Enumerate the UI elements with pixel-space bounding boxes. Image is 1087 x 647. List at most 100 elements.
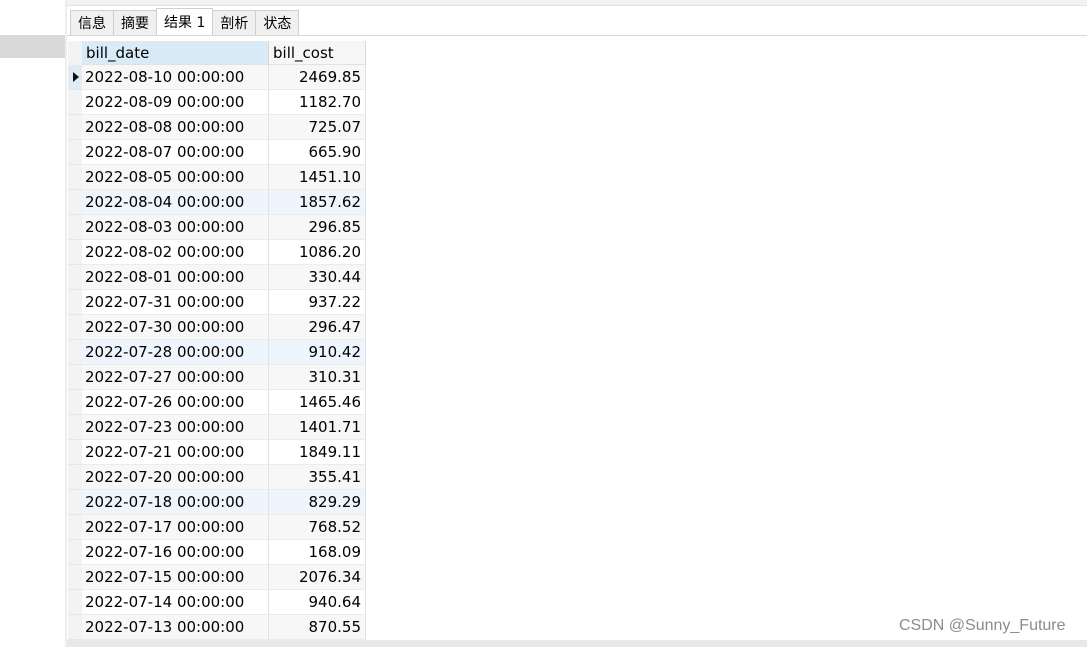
cell-bill-cost[interactable]: 937.22 xyxy=(269,290,366,315)
horizontal-scrollbar[interactable] xyxy=(67,640,1087,647)
cell-bill-date[interactable]: 2022-08-01 00:00:00 xyxy=(82,265,269,290)
table-row[interactable]: 2022-07-31 00:00:00 937.22 xyxy=(68,290,366,315)
table-row[interactable]: 2022-08-08 00:00:00 725.07 xyxy=(68,115,366,140)
cell-bill-date[interactable]: 2022-07-16 00:00:00 xyxy=(82,540,269,565)
cell-bill-cost[interactable]: 665.90 xyxy=(269,140,366,165)
row-header[interactable] xyxy=(68,515,82,540)
cell-bill-date[interactable]: 2022-07-13 00:00:00 xyxy=(82,615,269,640)
cell-bill-date[interactable]: 2022-07-14 00:00:00 xyxy=(82,590,269,615)
cell-bill-cost[interactable]: 1182.70 xyxy=(269,90,366,115)
left-panel-scroll-thumb[interactable] xyxy=(0,35,65,58)
table-row[interactable]: 2022-07-27 00:00:00 310.31 xyxy=(68,365,366,390)
table-row[interactable]: 2022-07-28 00:00:00 910.42 xyxy=(68,340,366,365)
cell-bill-date[interactable]: 2022-08-02 00:00:00 xyxy=(82,240,269,265)
row-header[interactable] xyxy=(68,240,82,265)
cell-bill-date[interactable]: 2022-08-07 00:00:00 xyxy=(82,140,269,165)
grid-corner[interactable] xyxy=(68,41,82,65)
cell-bill-cost[interactable]: 1451.10 xyxy=(269,165,366,190)
row-header[interactable] xyxy=(68,615,82,640)
table-row[interactable]: 2022-07-14 00:00:00 940.64 xyxy=(68,590,366,615)
table-row[interactable]: 2022-08-09 00:00:00 1182.70 xyxy=(68,90,366,115)
row-header[interactable] xyxy=(68,215,82,240)
row-header[interactable] xyxy=(68,565,82,590)
cell-bill-cost[interactable]: 768.52 xyxy=(269,515,366,540)
cell-bill-date[interactable]: 2022-07-27 00:00:00 xyxy=(82,365,269,390)
table-row[interactable]: 2022-07-18 00:00:00 829.29 xyxy=(68,490,366,515)
table-row[interactable]: 2022-07-23 00:00:00 1401.71 xyxy=(68,415,366,440)
cell-bill-cost[interactable]: 1401.71 xyxy=(269,415,366,440)
tab-result-1[interactable]: 结果 1 xyxy=(156,8,214,35)
cell-bill-date[interactable]: 2022-08-10 00:00:00 xyxy=(82,65,269,90)
cell-bill-cost[interactable]: 2469.85 xyxy=(269,65,366,90)
row-header[interactable] xyxy=(68,265,82,290)
table-row[interactable]: 2022-08-01 00:00:00 330.44 xyxy=(68,265,366,290)
tab-profile[interactable]: 剖析 xyxy=(212,10,257,35)
table-row[interactable]: 2022-08-02 00:00:00 1086.20 xyxy=(68,240,366,265)
cell-bill-date[interactable]: 2022-07-15 00:00:00 xyxy=(82,565,269,590)
table-row[interactable]: 2022-07-26 00:00:00 1465.46 xyxy=(68,390,366,415)
row-header[interactable] xyxy=(68,365,82,390)
cell-bill-cost[interactable]: 1857.62 xyxy=(269,190,366,215)
cell-bill-date[interactable]: 2022-08-09 00:00:00 xyxy=(82,90,269,115)
cell-bill-cost[interactable]: 940.64 xyxy=(269,590,366,615)
table-row[interactable]: 2022-07-15 00:00:00 2076.34 xyxy=(68,565,366,590)
column-header-bill-cost[interactable]: bill_cost xyxy=(269,41,366,65)
cell-bill-date[interactable]: 2022-07-21 00:00:00 xyxy=(82,440,269,465)
cell-bill-date[interactable]: 2022-07-30 00:00:00 xyxy=(82,315,269,340)
table-row[interactable]: 2022-08-05 00:00:00 1451.10 xyxy=(68,165,366,190)
cell-bill-date[interactable]: 2022-08-04 00:00:00 xyxy=(82,190,269,215)
tab-info[interactable]: 信息 xyxy=(70,10,114,35)
row-header[interactable] xyxy=(68,140,82,165)
table-row[interactable]: 2022-07-16 00:00:00 168.09 xyxy=(68,540,366,565)
cell-bill-cost[interactable]: 330.44 xyxy=(269,265,366,290)
row-header[interactable] xyxy=(68,115,82,140)
row-header[interactable] xyxy=(68,340,82,365)
cell-bill-cost[interactable]: 829.29 xyxy=(269,490,366,515)
cell-bill-cost[interactable]: 2076.34 xyxy=(269,565,366,590)
cell-bill-cost[interactable]: 910.42 xyxy=(269,340,366,365)
table-row[interactable]: 2022-08-07 00:00:00 665.90 xyxy=(68,140,366,165)
row-header[interactable] xyxy=(68,415,82,440)
row-header[interactable] xyxy=(68,490,82,515)
row-header[interactable] xyxy=(68,290,82,315)
row-header[interactable] xyxy=(68,465,82,490)
cell-bill-cost[interactable]: 1465.46 xyxy=(269,390,366,415)
row-header[interactable] xyxy=(68,315,82,340)
cell-bill-cost[interactable]: 1086.20 xyxy=(269,240,366,265)
row-header[interactable] xyxy=(68,165,82,190)
cell-bill-cost[interactable]: 168.09 xyxy=(269,540,366,565)
cell-bill-cost[interactable]: 725.07 xyxy=(269,115,366,140)
cell-bill-cost[interactable]: 355.41 xyxy=(269,465,366,490)
row-header[interactable] xyxy=(68,440,82,465)
row-header[interactable] xyxy=(68,540,82,565)
table-row[interactable]: 2022-07-20 00:00:00 355.41 xyxy=(68,465,366,490)
cell-bill-date[interactable]: 2022-07-23 00:00:00 xyxy=(82,415,269,440)
cell-bill-date[interactable]: 2022-08-03 00:00:00 xyxy=(82,215,269,240)
cell-bill-date[interactable]: 2022-07-20 00:00:00 xyxy=(82,465,269,490)
cell-bill-date[interactable]: 2022-07-28 00:00:00 xyxy=(82,340,269,365)
current-row-indicator[interactable] xyxy=(68,65,82,90)
panel-divider[interactable] xyxy=(65,0,67,647)
cell-bill-date[interactable]: 2022-07-18 00:00:00 xyxy=(82,490,269,515)
cell-bill-date[interactable]: 2022-07-31 00:00:00 xyxy=(82,290,269,315)
table-row[interactable]: 2022-07-13 00:00:00 870.55 xyxy=(68,615,366,640)
tab-summary[interactable]: 摘要 xyxy=(113,10,157,35)
cell-bill-cost[interactable]: 296.85 xyxy=(269,215,366,240)
cell-bill-date[interactable]: 2022-08-08 00:00:00 xyxy=(82,115,269,140)
table-row[interactable]: 2022-08-04 00:00:00 1857.62 xyxy=(68,190,366,215)
table-row[interactable]: 2022-07-17 00:00:00 768.52 xyxy=(68,515,366,540)
table-row[interactable]: 2022-07-30 00:00:00 296.47 xyxy=(68,315,366,340)
cell-bill-cost[interactable]: 870.55 xyxy=(269,615,366,640)
table-row[interactable]: 2022-08-10 00:00:00 2469.85 xyxy=(68,65,366,90)
table-row[interactable]: 2022-08-03 00:00:00 296.85 xyxy=(68,215,366,240)
cell-bill-cost[interactable]: 296.47 xyxy=(269,315,366,340)
table-row[interactable]: 2022-07-21 00:00:00 1849.11 xyxy=(68,440,366,465)
row-header[interactable] xyxy=(68,590,82,615)
row-header[interactable] xyxy=(68,190,82,215)
cell-bill-date[interactable]: 2022-08-05 00:00:00 xyxy=(82,165,269,190)
column-header-bill-date[interactable]: bill_date xyxy=(82,41,269,65)
cell-bill-cost[interactable]: 310.31 xyxy=(269,365,366,390)
tab-status[interactable]: 状态 xyxy=(255,10,300,35)
row-header[interactable] xyxy=(68,390,82,415)
row-header[interactable] xyxy=(68,90,82,115)
